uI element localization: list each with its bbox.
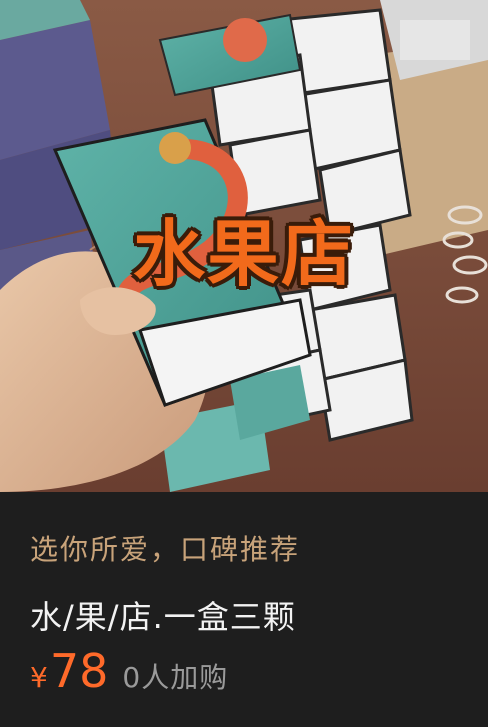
currency-symbol: ¥	[30, 661, 48, 694]
price-row: ¥ 78 0人加购	[30, 644, 228, 700]
product-photo[interactable]: 水果店	[0, 0, 488, 492]
product-title[interactable]: 水/果/店.一盒三颗	[30, 592, 296, 638]
product-info: 选你所爱，口碑推荐 水/果/店.一盒三颗 ¥ 78 0人加购	[0, 492, 488, 727]
image-overlay-title: 水果店	[132, 212, 355, 296]
product-tagline: 选你所爱，口碑推荐	[30, 533, 301, 566]
product-card[interactable]: 水果店 选你所爱，口碑推荐 水/果/店.一盒三颗 ¥ 78 0人加购	[0, 0, 488, 727]
product-price: 78	[49, 644, 109, 698]
add-to-cart-count: 0人加购	[122, 661, 229, 694]
